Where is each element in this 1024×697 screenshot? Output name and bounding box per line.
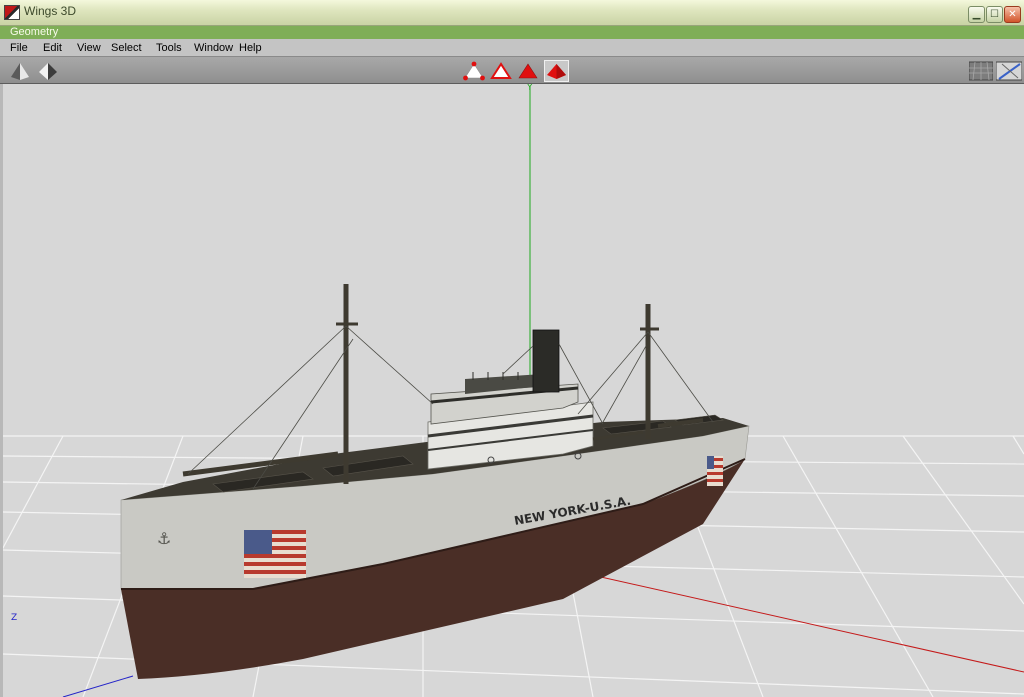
menu-window[interactable]: Window [194,40,233,56]
close-icon: ✕ [1008,9,1017,20]
minimize-icon: ▁ [972,9,981,20]
title-bar[interactable]: Wings 3D ▁ ☐ ✕ [0,0,1024,26]
body-mode-button[interactable] [544,60,569,82]
light-cone-view-icon [39,63,57,80]
menu-bar: File Edit View Select Tools Window Help [0,39,1024,57]
geometry-window-titlebar[interactable]: Geometry [0,26,1024,39]
ortho-view-button[interactable] [996,60,1022,82]
menu-tools[interactable]: Tools [156,40,182,56]
face-mode-icon [518,63,538,79]
menu-file[interactable]: File [10,40,28,56]
menu-view[interactable]: View [77,40,101,56]
stern-flag [244,530,306,578]
geometry-window-title: Geometry [10,26,59,38]
z-axis-line [62,675,134,697]
ship-funnel [532,329,560,393]
wings-app-icon [4,5,20,20]
flat-view-button[interactable] [37,60,59,82]
edge-mode-icon [490,62,512,79]
ortho-view-icon [996,61,1022,81]
toolbar [0,57,1024,84]
dark-cone-view-icon [11,63,29,80]
y-axis-label: Y [526,84,533,93]
z-axis-label: Z [11,613,17,623]
face-mode-button[interactable] [517,60,539,82]
stern-anchor-icon: ⚓ [157,529,171,548]
menu-edit[interactable]: Edit [43,40,62,56]
menu-help[interactable]: Help [239,40,262,56]
bow-flag [707,456,723,486]
window-title: Wings 3D [24,4,77,18]
x-axis-line [542,563,1024,673]
cargo-ship-model[interactable]: ⚓ NEW YORK-U.S.A. [120,284,750,679]
close-button[interactable]: ✕ [1004,6,1021,23]
menu-select[interactable]: Select [111,40,142,56]
vertex-mode-button[interactable] [463,60,485,82]
maximize-button[interactable]: ☐ [986,6,1003,23]
3d-viewport[interactable]: Y Z ⚓ NEW YORK-U.S.A. [3,84,1024,697]
ground-plane-icon [969,61,993,81]
viewport-scene: Y Z ⚓ NEW YORK-U.S.A. [3,84,1024,697]
edge-mode-button[interactable] [490,60,512,82]
body-mode-icon [547,64,566,79]
minimize-button[interactable]: ▁ [968,6,985,23]
ground-plane-button[interactable] [969,60,993,82]
maximize-icon: ☐ [990,9,999,20]
vertex-mode-icon [463,61,485,81]
smooth-view-button[interactable] [9,60,31,82]
